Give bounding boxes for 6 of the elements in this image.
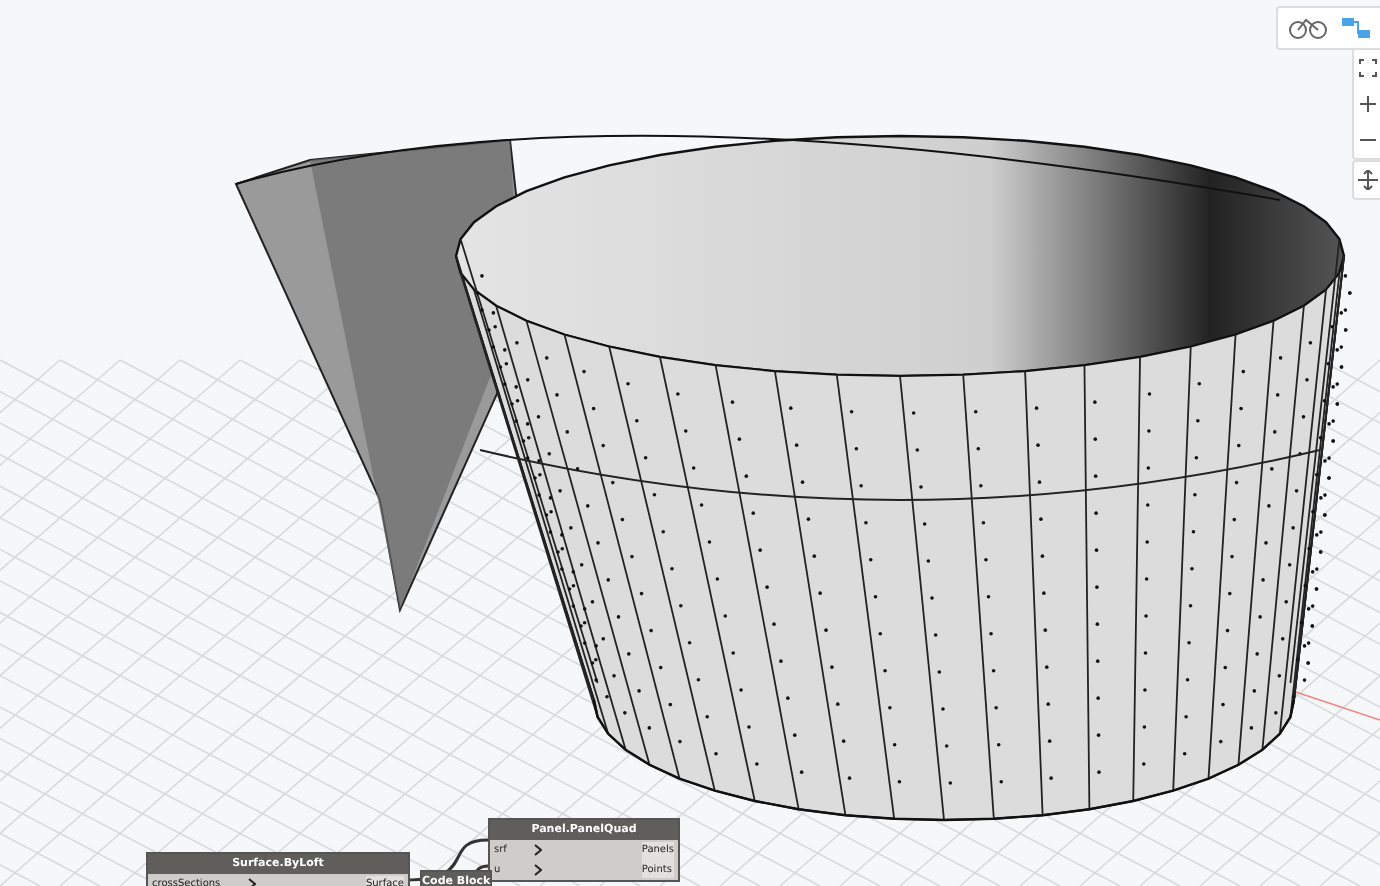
fit-view-icon[interactable]	[1358, 58, 1378, 78]
zoom-in-icon[interactable]	[1358, 94, 1378, 114]
graph-icon[interactable]	[1340, 16, 1372, 40]
chevron-icon	[248, 878, 257, 886]
bike-icon[interactable]	[1288, 16, 1328, 40]
pan-icon[interactable]	[1358, 170, 1378, 190]
